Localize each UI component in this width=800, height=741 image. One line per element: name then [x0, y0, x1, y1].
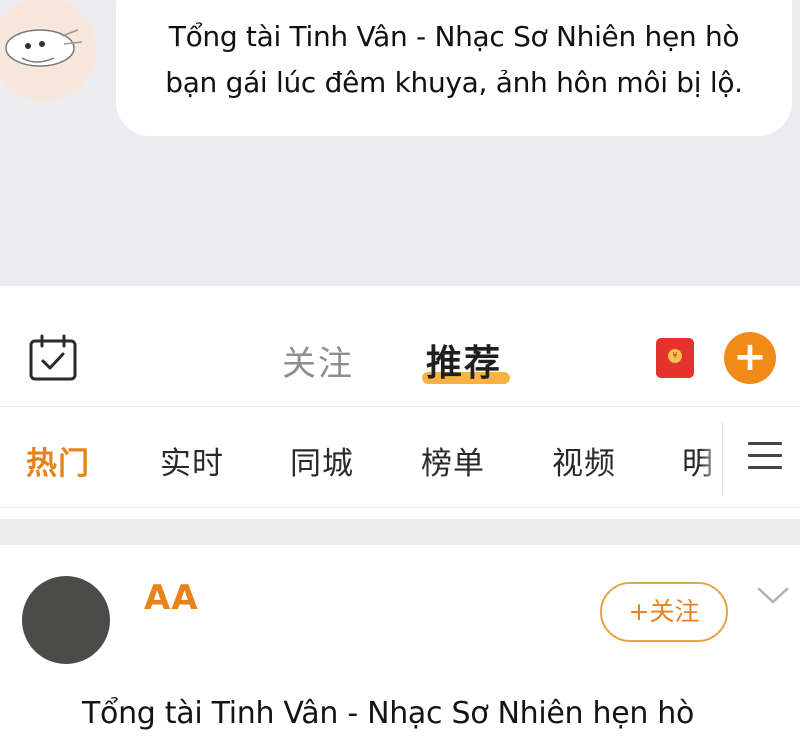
calendar-check-icon[interactable]	[28, 334, 78, 382]
coin-icon: ¥	[668, 349, 682, 363]
follow-button[interactable]: +关注	[600, 582, 728, 642]
tab-recommend[interactable]: 推荐	[426, 334, 502, 386]
post-author-name[interactable]: AA	[144, 578, 199, 618]
bubble-text-line-2: bạn gái lúc đêm khuya, ảnh hôn môi bị lộ…	[165, 66, 743, 99]
channel-bar	[0, 406, 800, 508]
channel-local[interactable]: 同城	[290, 438, 354, 483]
channel-video[interactable]: 视频	[552, 438, 616, 483]
bubble-text-line-1: Tổng tài Tinh Vân - Nhạc Sơ Nhiên hẹn hò	[168, 20, 740, 53]
channel-ranking[interactable]: 榜单	[421, 438, 485, 483]
red-packet-icon[interactable]: ¥	[656, 338, 694, 378]
section-separator	[0, 519, 800, 545]
hamburger-menu-icon[interactable]	[748, 442, 782, 470]
channel-fade-overlay	[700, 420, 724, 492]
post-text[interactable]: Tổng tài Tinh Vân - Nhạc Sơ Nhiên hẹn hò	[82, 696, 694, 731]
chat-message-bubble: Tổng tài Tinh Vân - Nhạc Sơ Nhiên hẹn hò…	[116, 0, 792, 136]
tab-follow[interactable]: 关注	[282, 336, 354, 385]
add-post-button[interactable]: +	[724, 332, 776, 384]
avatar[interactable]	[22, 576, 110, 664]
channel-realtime[interactable]: 实时	[160, 438, 224, 483]
channel-hot[interactable]: 热门	[26, 438, 90, 483]
channel-divider	[722, 422, 723, 494]
chevron-down-icon[interactable]	[756, 586, 790, 606]
